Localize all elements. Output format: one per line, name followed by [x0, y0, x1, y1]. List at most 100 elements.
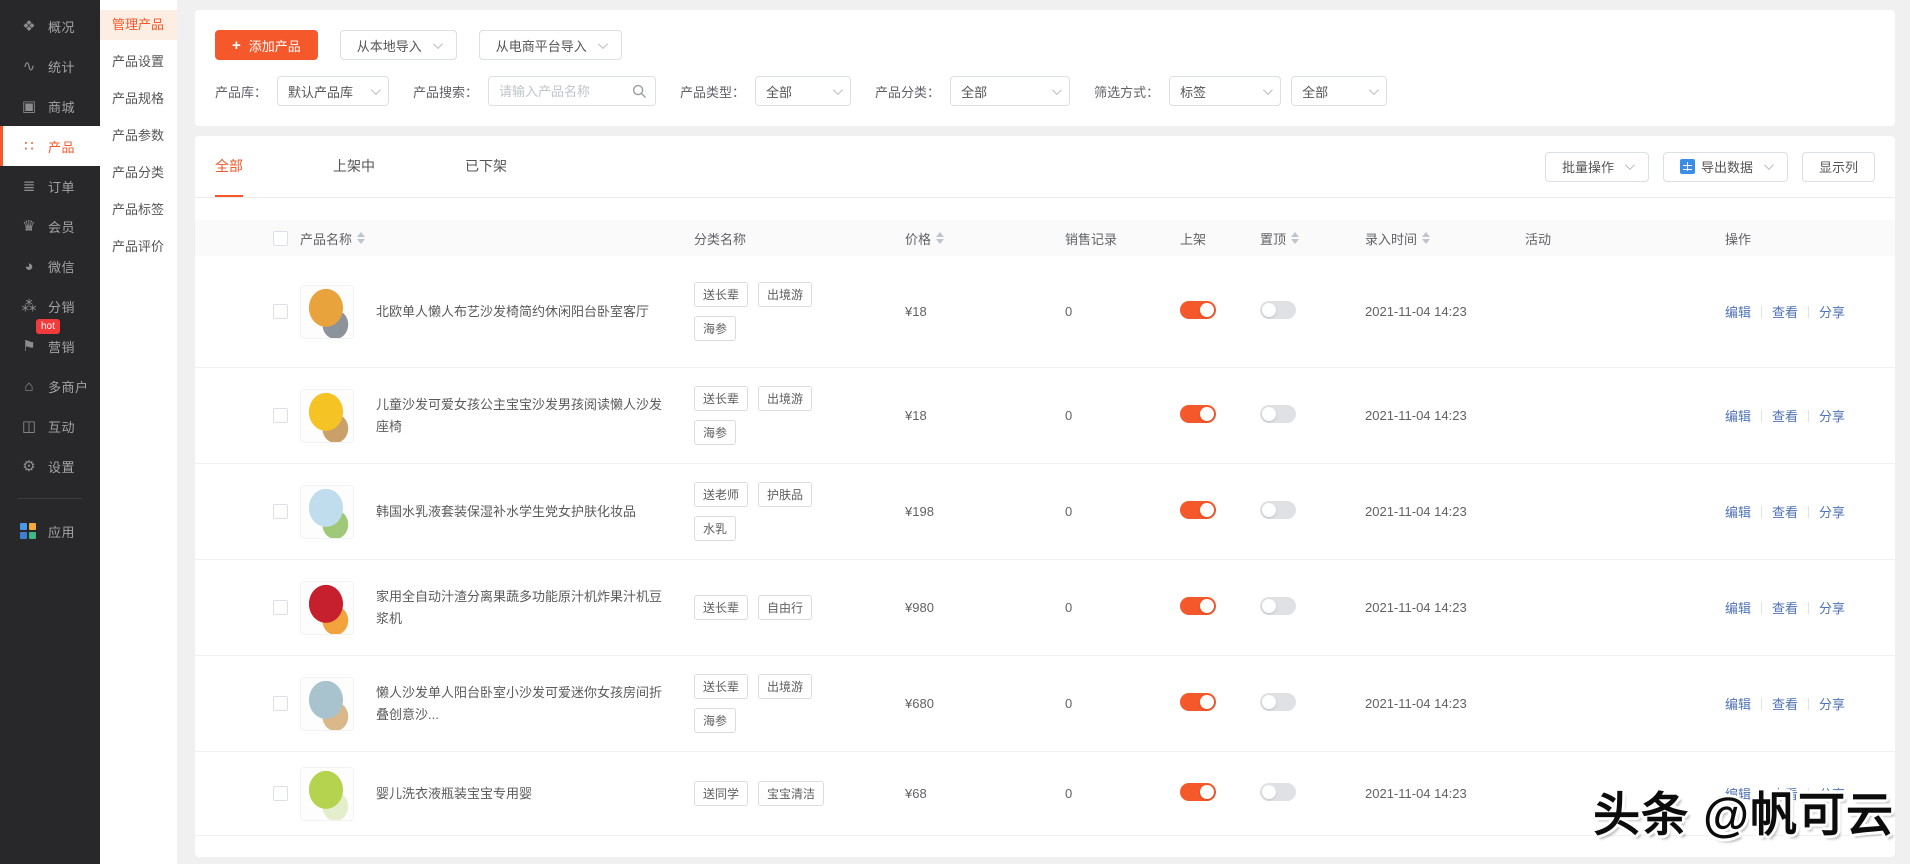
- sort-up-icon: [936, 232, 945, 237]
- product-icon: ∷: [24, 138, 34, 155]
- library-select[interactable]: 默认产品库: [277, 76, 390, 106]
- sidebar-item-interaction[interactable]: ◫ 互动: [0, 406, 100, 446]
- submenu-item[interactable]: 产品分类: [100, 158, 177, 188]
- import-platform-button[interactable]: 从电商平台导入: [478, 30, 622, 60]
- search-input[interactable]: [499, 83, 633, 99]
- import-local-button[interactable]: 从本地导入: [339, 30, 457, 60]
- pin-toggle[interactable]: [1260, 783, 1296, 801]
- batch-actions-button[interactable]: 批量操作: [1544, 151, 1649, 182]
- filter-mode-value: 标签: [1180, 84, 1207, 100]
- action-edit[interactable]: 编辑: [1725, 502, 1751, 521]
- sales-cell: 0: [1065, 696, 1073, 711]
- sidebar-item-multi-merchant[interactable]: ⌂ 多商户: [0, 366, 100, 406]
- product-cell: 儿童沙发可爱女孩公主宝宝沙发男孩阅读懒人沙发座椅: [300, 388, 694, 443]
- library-label: 产品库：: [215, 84, 268, 100]
- submenu-item[interactable]: 管理产品: [100, 10, 177, 40]
- entry-time-cell: 2021-11-04 14:23: [1365, 696, 1467, 711]
- sidebar-item-order[interactable]: ≣ 订单: [0, 166, 100, 206]
- sidebar-item-apps[interactable]: 应用: [0, 511, 100, 551]
- tag-chip: 送长辈: [694, 386, 749, 411]
- action-view[interactable]: 查看: [1772, 302, 1798, 321]
- shelf-toggle[interactable]: [1180, 501, 1216, 519]
- sidebar-item-label: 产品: [48, 139, 76, 155]
- submenu-item[interactable]: 产品标签: [100, 195, 177, 225]
- filter-mode-select[interactable]: 标签: [1169, 76, 1282, 106]
- member-icon: ♛: [22, 218, 36, 235]
- shelf-cell: [1180, 301, 1260, 322]
- tab-全部[interactable]: 全部: [215, 136, 243, 197]
- tag-chip: 海参: [694, 316, 737, 341]
- pin-cell: [1260, 693, 1365, 714]
- sidebar-item-member[interactable]: ♛ 会员: [0, 206, 100, 246]
- sort-icon[interactable]: [1291, 232, 1300, 244]
- action-share[interactable]: 分享: [1819, 598, 1845, 617]
- select-all-checkbox[interactable]: [273, 230, 288, 246]
- row-checkbox[interactable]: [273, 304, 288, 319]
- action-view[interactable]: 查看: [1772, 598, 1798, 617]
- sidebar-item-marketing[interactable]: ⚑ 营销 hot: [0, 319, 100, 366]
- action-share[interactable]: 分享: [1819, 302, 1845, 321]
- chevron-down-icon: [833, 84, 843, 95]
- row-checkbox[interactable]: [273, 504, 288, 519]
- tab-上架中[interactable]: 上架中: [333, 136, 375, 197]
- filter-mode-select-2[interactable]: 全部: [1291, 76, 1388, 106]
- row-checkbox-cell: [195, 696, 300, 711]
- export-data-button[interactable]: 导出数据: [1662, 151, 1788, 182]
- sort-icon[interactable]: [936, 232, 945, 244]
- pin-toggle[interactable]: [1260, 301, 1296, 319]
- submenu-item[interactable]: 产品规格: [100, 84, 177, 114]
- action-share[interactable]: 分享: [1819, 502, 1845, 521]
- action-share[interactable]: 分享: [1819, 694, 1845, 713]
- category-select[interactable]: 全部: [950, 76, 1071, 106]
- row-checkbox[interactable]: [273, 600, 288, 615]
- filter-row: 产品库： 默认产品库 产品搜索： 产品类型： 全部 产品分类： 全部: [215, 76, 1875, 106]
- submenu-item[interactable]: 产品评价: [100, 232, 177, 262]
- row-checkbox[interactable]: [273, 696, 288, 711]
- submenu-item[interactable]: 产品设置: [100, 47, 177, 77]
- row-checkbox[interactable]: [273, 786, 288, 801]
- type-select[interactable]: 全部: [755, 76, 852, 106]
- pin-toggle[interactable]: [1260, 597, 1296, 615]
- chevron-down-icon: [1263, 84, 1273, 95]
- sales-cell: 0: [1065, 786, 1073, 801]
- sidebar-item-mall[interactable]: ▣ 商城: [0, 86, 100, 126]
- toolbar-buttons: + 添加产品 从本地导入 从电商平台导入: [215, 30, 1875, 60]
- action-edit[interactable]: 编辑: [1725, 302, 1751, 321]
- sidebar-item-product[interactable]: ∷ 产品: [0, 126, 100, 166]
- apps-icon: [20, 523, 38, 539]
- shelf-toggle[interactable]: [1180, 597, 1216, 615]
- action-view[interactable]: 查看: [1772, 406, 1798, 425]
- search-icon[interactable]: [632, 84, 647, 99]
- sort-icon[interactable]: [357, 232, 366, 244]
- add-product-button[interactable]: + 添加产品: [215, 30, 318, 60]
- shelf-toggle[interactable]: [1180, 693, 1216, 711]
- tab-已下架[interactable]: 已下架: [465, 136, 507, 197]
- shelf-toggle[interactable]: [1180, 405, 1216, 423]
- action-edit[interactable]: 编辑: [1725, 598, 1751, 617]
- show-columns-button[interactable]: 显示列: [1801, 151, 1875, 182]
- sidebar-item-stats[interactable]: ∿ 统计: [0, 46, 100, 86]
- chevron-down-icon: [1624, 160, 1635, 171]
- pin-toggle[interactable]: [1260, 501, 1296, 519]
- action-edit[interactable]: 编辑: [1725, 406, 1751, 425]
- price-cell: ¥198: [905, 504, 934, 519]
- pin-toggle[interactable]: [1260, 405, 1296, 423]
- sidebar-item-wechat[interactable]: ◕ 微信: [0, 246, 100, 286]
- product-image: [300, 484, 354, 539]
- action-share[interactable]: 分享: [1819, 406, 1845, 425]
- action-edit[interactable]: 编辑: [1725, 694, 1751, 713]
- action-view[interactable]: 查看: [1772, 694, 1798, 713]
- product-image: [300, 766, 354, 821]
- sidebar-item-settings[interactable]: ⚙ 设置: [0, 446, 100, 486]
- row-checkbox[interactable]: [273, 408, 288, 423]
- shelf-toggle[interactable]: [1180, 301, 1216, 319]
- entry-time-cell: 2021-11-04 14:23: [1365, 304, 1467, 319]
- shelf-toggle[interactable]: [1180, 783, 1216, 801]
- action-separator: [1808, 601, 1810, 614]
- sidebar-item-overview[interactable]: ❖ 概况: [0, 6, 100, 46]
- pin-toggle[interactable]: [1260, 693, 1296, 711]
- column-header-label: 操作: [1725, 231, 1752, 247]
- action-view[interactable]: 查看: [1772, 502, 1798, 521]
- sort-icon[interactable]: [1422, 232, 1431, 244]
- submenu-item[interactable]: 产品参数: [100, 121, 177, 151]
